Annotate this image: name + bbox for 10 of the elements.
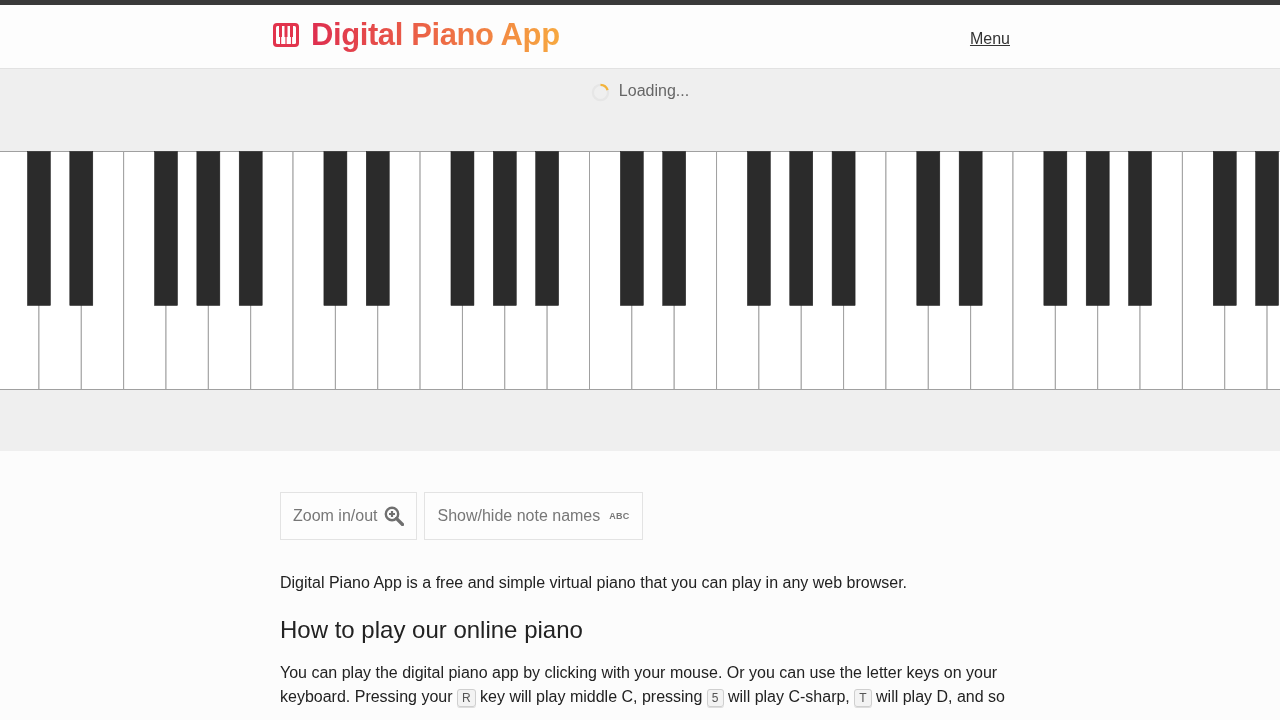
zoom-in-icon <box>384 506 405 526</box>
body-paragraph: You can play the digital piano app by clicking with your mouse. Or you can use the letter keys on your keyboard. Pressing your R key will play middle C, pressing 5 will play C-sharp, T will play D, and so <box>280 663 1006 709</box>
body-paragraph: Digital Piano App is a free and simple virtual piano that you can play in any web browser. <box>280 573 909 593</box>
loading-text: Loading... <box>618 81 690 101</box>
piano-icon <box>273 22 299 47</box>
note-names-button[interactable]: Show/hide note names ABC <box>424 492 643 540</box>
piano-keyboard[interactable] <box>0 150 1280 390</box>
menu-link[interactable]: Menu <box>969 29 1010 48</box>
section-heading: How to play our online piano <box>280 615 584 645</box>
zoom-button[interactable]: Zoom in/out <box>280 492 418 540</box>
